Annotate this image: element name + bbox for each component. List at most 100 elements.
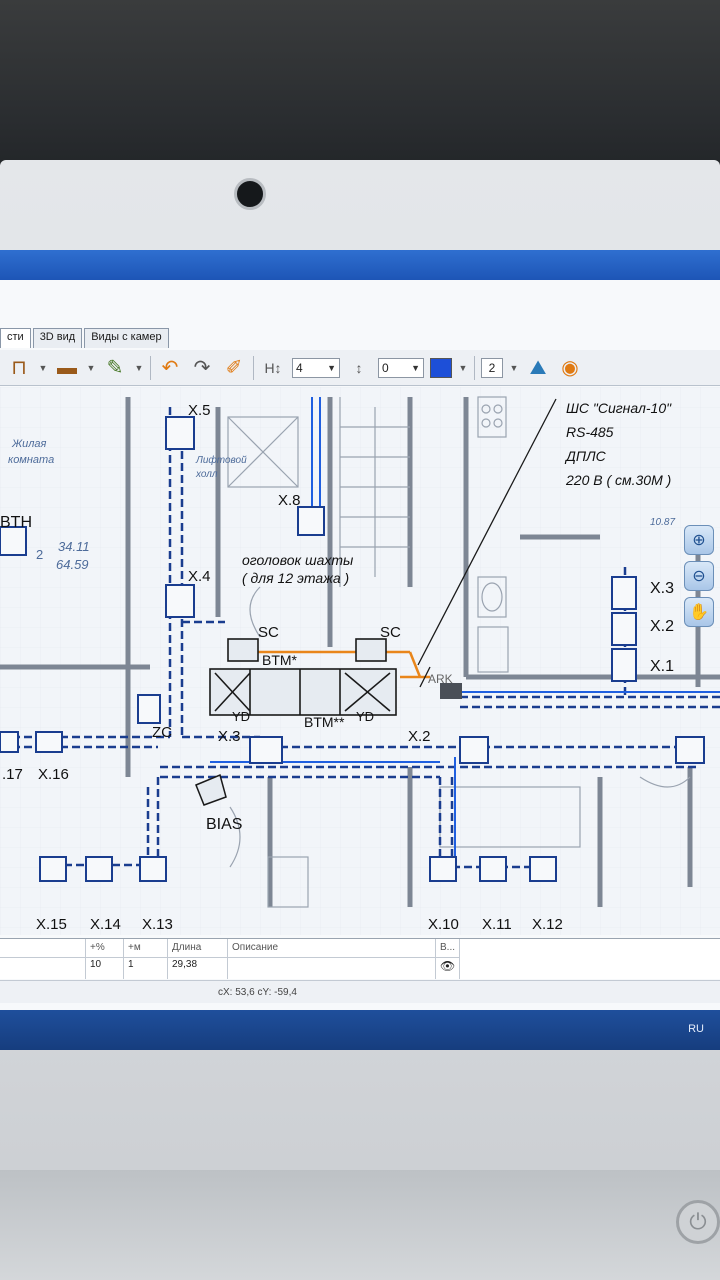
floor-plan-canvas[interactable]: X.5 X.4 X.8 X.3 X.2 X.1 X.3 X.2 .17 X.16… [0, 387, 720, 935]
table-column-visibility[interactable]: В... 👁 [436, 939, 460, 979]
tab-camera-views[interactable]: Виды с камер [84, 328, 169, 348]
label-area-1: 34.11 [58, 539, 90, 554]
toolbar: ⊓ ▼ ▬ ▼ ✎ ▼ ↶ ↷ ✐ H↕ 4 ▼ ↕ 0 ▼ ▼ 2 ▼ ⛰ ◉ [0, 350, 720, 386]
label-x2: X.2 [408, 728, 431, 745]
height-icon: H↕ [264, 359, 282, 376]
table-column-desc[interactable]: Описание [228, 939, 436, 979]
label-x17: .17 [2, 766, 23, 783]
table-column-m[interactable]: +м 1 [124, 939, 168, 979]
wall-tool-icon[interactable]: ⊓ [6, 356, 32, 380]
undo-icon[interactable]: ↶ [157, 356, 183, 380]
label-room-line2: комната [8, 454, 54, 466]
label-x4: X.4 [188, 568, 211, 585]
label-x8: X.8 [278, 492, 301, 509]
pencil-icon[interactable]: ✎ [102, 356, 128, 380]
tab-plan[interactable]: сти [0, 328, 31, 348]
label-lift-line2: холл [195, 469, 218, 480]
tab-3d-view[interactable]: 3D вид [32, 328, 83, 348]
color-swatch[interactable] [430, 357, 452, 378]
label-shaft-line1: оголовок шахты [242, 552, 354, 568]
chevron-down-icon: ▼ [411, 362, 420, 373]
zoom-out-icon[interactable]: ⊖ [684, 561, 714, 591]
annotation-line3: ДПЛС [564, 448, 607, 464]
label-x13: X.13 [142, 916, 173, 933]
label-x3-right: X.3 [650, 580, 674, 597]
label-x15: X.15 [36, 916, 67, 933]
window-titlebar [0, 250, 720, 280]
table-header-length: Длина [172, 942, 202, 953]
eye-icon[interactable]: 👁 [440, 959, 455, 973]
label-bias: BIAS [206, 816, 242, 833]
table-column-length[interactable]: Длина 29,38 [168, 939, 228, 979]
tape-measure-icon[interactable]: ◉ [557, 356, 583, 380]
label-x1-right: X.1 [650, 658, 674, 675]
annotation-line4: 220 В ( см.30М ) [565, 472, 671, 488]
layer-select[interactable]: 4 ▼ [292, 357, 340, 378]
label-sc-2: SC [380, 624, 401, 641]
label-x14: X.14 [90, 916, 121, 933]
count-select[interactable]: 2 [481, 357, 503, 378]
cursor-coordinates: cX: 53,6 cY: -59,4 [218, 987, 297, 998]
properties-table: +% 10 +м 1 Длина 29,38 Описание В... 👁 [0, 938, 720, 979]
redo-icon[interactable]: ↷ [189, 356, 215, 380]
status-bar: cX: 53,6 cY: -59,4 [0, 980, 720, 1003]
label-x3: X.3 [218, 728, 241, 745]
dropdown-arrow-icon[interactable]: ▼ [38, 356, 48, 380]
language-indicator[interactable]: RU [688, 1023, 704, 1035]
dropdown-arrow-icon[interactable]: ▼ [458, 356, 468, 380]
dropdown-arrow-icon[interactable]: ▼ [134, 356, 144, 380]
label-bth: BTH [0, 514, 32, 531]
dropdown-arrow-icon[interactable]: ▼ [86, 356, 96, 380]
eraser-icon[interactable]: ✐ [221, 356, 247, 380]
label-yd-1: YD [232, 709, 250, 724]
table-header-desc: Описание [232, 942, 279, 953]
chevron-down-icon: ▼ [327, 362, 336, 373]
zoom-tools: ⊕ ⊖ ✋ [684, 525, 716, 627]
zoom-in-icon[interactable]: ⊕ [684, 525, 714, 555]
table-cell-pct: 10 [90, 959, 102, 970]
label-area-3: 10.87 [650, 517, 675, 528]
offset-select[interactable]: 0 ▼ [378, 357, 424, 378]
label-shaft-line2: ( для 12 этажа ) [242, 570, 349, 586]
table-cell-length: 29,38 [172, 959, 198, 970]
dropdown-arrow-icon[interactable]: ▼ [509, 356, 519, 380]
table-cell-m: 1 [128, 959, 134, 970]
floor-plan-svg: X.5 X.4 X.8 X.3 X.2 X.1 X.3 X.2 .17 X.16… [0, 387, 720, 935]
label-x5: X.5 [188, 402, 211, 419]
power-icon[interactable]: ⏻ [676, 1200, 720, 1244]
toolbar-separator [474, 355, 475, 380]
label-ark: ARK [428, 672, 453, 686]
label-x12: X.12 [532, 916, 563, 933]
label-sc-1: SC [258, 624, 279, 641]
label-number-2: 2 [36, 547, 43, 562]
table-column-pct[interactable]: +% 10 [86, 939, 124, 979]
annotation-line2: RS-485 [566, 424, 614, 440]
offset-icon: ↕ [355, 359, 363, 376]
label-x11: X.11 [482, 916, 512, 933]
label-zc: ZC [152, 724, 172, 741]
annotation-line1: ШС "Сигнал-10" [566, 400, 672, 416]
cable-tool-icon[interactable]: ▬ [54, 356, 80, 380]
label-x16: X.16 [38, 766, 69, 783]
view-tabs: сти 3D вид Виды с камер [0, 328, 171, 348]
label-lift-line1: Лифтовой [195, 454, 247, 466]
label-x2-right: X.2 [650, 618, 674, 635]
table-column-blank [0, 939, 86, 979]
webcam [234, 178, 266, 210]
toolbar-separator [150, 355, 151, 380]
table-header-m: +м [128, 942, 141, 953]
table-header-visibility: В... [440, 942, 456, 953]
measure-icon[interactable]: ⛰ [525, 356, 551, 380]
label-yd-2: YD [356, 709, 374, 724]
laptop-lower-deck [0, 1170, 720, 1280]
taskbar: RU [0, 1010, 720, 1050]
label-btm-1: BTM* [262, 652, 298, 668]
screen: сти 3D вид Виды с камер ⊓ ▼ ▬ ▼ ✎ ▼ ↶ ↷ … [0, 250, 720, 1050]
table-header-pct: +% [90, 942, 105, 953]
pan-hand-icon[interactable]: ✋ [684, 597, 714, 627]
label-area-2: 64.59 [56, 557, 89, 572]
label-btm-2: BTM** [304, 714, 345, 730]
label-x10: X.10 [428, 916, 459, 933]
toolbar-separator [253, 355, 254, 380]
label-room-line1: Жилая [11, 438, 47, 450]
